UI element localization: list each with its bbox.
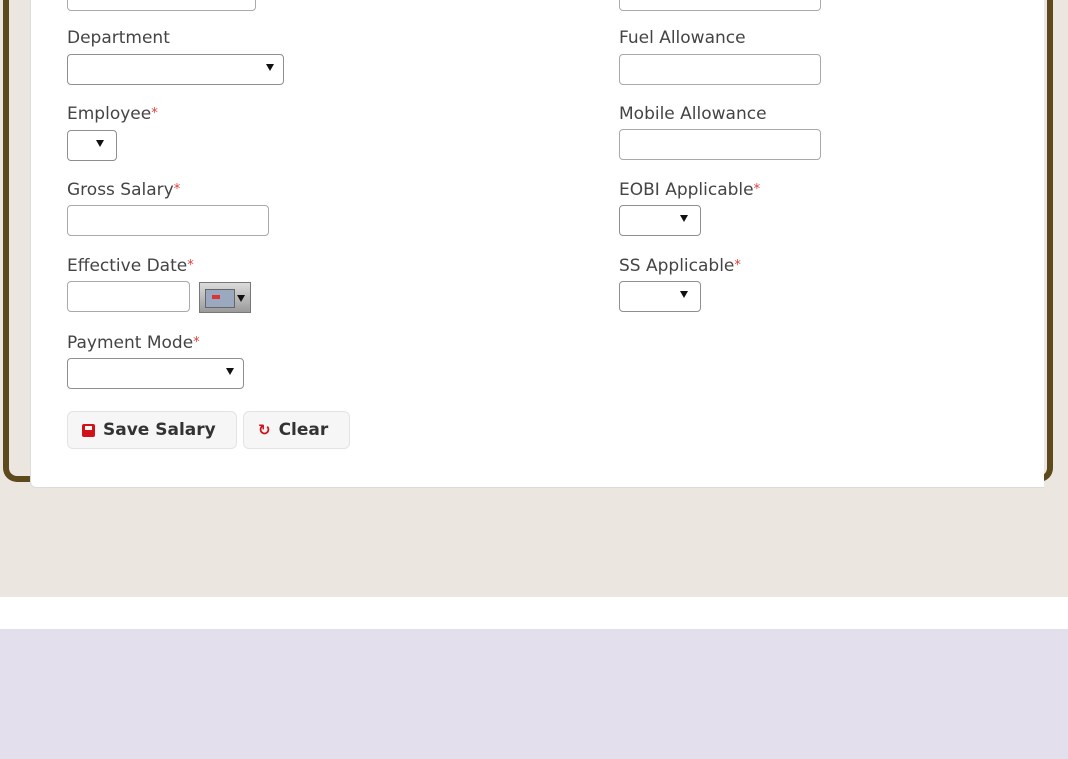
- eobi-applicable-label: EOBI Applicable*: [619, 180, 761, 200]
- calendar-button[interactable]: [199, 282, 251, 313]
- top-left-field-partial[interactable]: [67, 0, 256, 11]
- save-salary-label: Save Salary: [103, 420, 216, 440]
- effective-date-label: Effective Date*: [67, 256, 194, 276]
- footer-separator: [0, 597, 1068, 629]
- chevron-down-icon: [237, 295, 245, 302]
- mobile-allowance-input[interactable]: [619, 129, 821, 160]
- footer-band: [0, 629, 1068, 759]
- chevron-down-icon: [680, 291, 688, 298]
- eobi-applicable-select[interactable]: [619, 205, 701, 236]
- clear-label: Clear: [278, 420, 329, 440]
- mobile-allowance-label: Mobile Allowance: [619, 104, 767, 124]
- chevron-down-icon: [226, 368, 234, 375]
- payment-mode-select[interactable]: [67, 358, 244, 389]
- calendar-icon: [205, 289, 235, 308]
- department-label: Department: [67, 28, 170, 48]
- gross-salary-label: Gross Salary*: [67, 180, 181, 200]
- employee-label: Employee*: [67, 104, 158, 124]
- chevron-down-icon: [266, 64, 274, 71]
- payment-mode-label: Payment Mode*: [67, 333, 200, 353]
- fuel-allowance-input[interactable]: [619, 54, 821, 85]
- clear-button[interactable]: ↻ Clear: [243, 411, 350, 449]
- save-salary-button[interactable]: Save Salary: [67, 411, 237, 449]
- top-right-field-partial[interactable]: [619, 0, 821, 11]
- gross-salary-input[interactable]: [67, 205, 269, 236]
- chevron-down-icon: [680, 215, 688, 222]
- save-icon: [82, 423, 95, 437]
- department-select[interactable]: [67, 54, 284, 85]
- refresh-icon: ↻: [258, 420, 271, 439]
- effective-date-input[interactable]: [67, 281, 190, 312]
- ss-applicable-label: SS Applicable*: [619, 256, 741, 276]
- chevron-down-icon: [96, 140, 104, 147]
- employee-select[interactable]: [67, 130, 117, 161]
- fuel-allowance-label: Fuel Allowance: [619, 28, 746, 48]
- ss-applicable-select[interactable]: [619, 281, 701, 312]
